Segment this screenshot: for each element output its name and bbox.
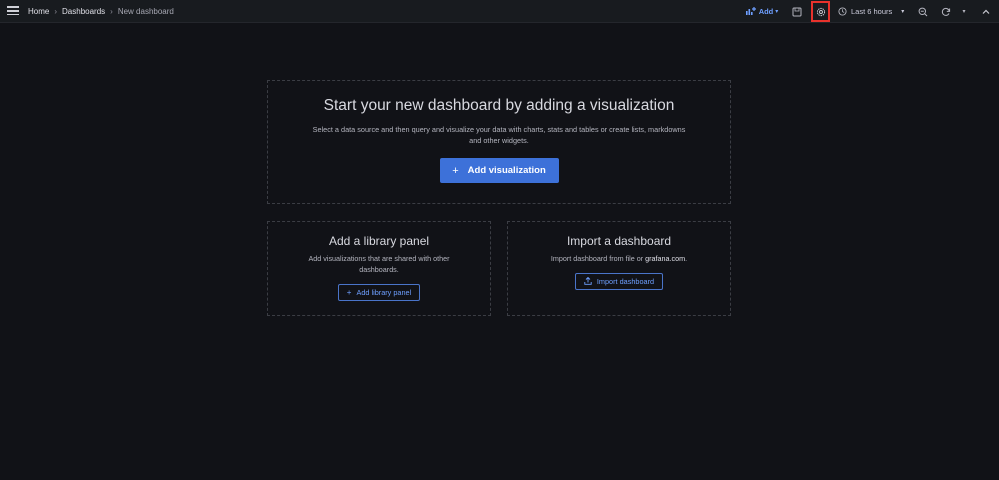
add-panel-icon bbox=[745, 6, 756, 17]
breadcrumb-dashboards[interactable]: Dashboards bbox=[62, 7, 105, 16]
add-library-panel-button[interactable]: + Add library panel bbox=[337, 284, 421, 301]
empty-dashboard-title: Start your new dashboard by adding a vis… bbox=[323, 97, 675, 114]
time-range-label: Last 6 hours bbox=[851, 7, 893, 16]
breadcrumb: Home › Dashboards › New dashboard bbox=[28, 0, 174, 23]
add-visualization-label: Add visualization bbox=[467, 165, 546, 176]
breadcrumb-current: New dashboard bbox=[117, 7, 174, 16]
save-icon bbox=[792, 7, 802, 16]
settings-icon bbox=[816, 7, 825, 16]
add-button-label: Add bbox=[758, 7, 774, 16]
import-dashboard-button[interactable]: Import dashboard bbox=[574, 273, 664, 290]
plus-icon: + bbox=[452, 164, 459, 177]
clock-icon bbox=[838, 7, 847, 16]
grafana-com-link[interactable]: grafana.com bbox=[645, 254, 685, 263]
import-dashboard-label: Import dashboard bbox=[596, 277, 655, 286]
chevron-down-icon: ▾ bbox=[901, 9, 905, 15]
menu-icon[interactable] bbox=[6, 4, 20, 18]
zoom-out-button[interactable] bbox=[916, 0, 930, 23]
chevron-up-icon bbox=[982, 9, 990, 14]
refresh-button[interactable] bbox=[939, 0, 953, 23]
time-range-picker[interactable]: Last 6 hours ▾ bbox=[838, 0, 912, 23]
empty-dashboard-panel: Start your new dashboard by adding a vis… bbox=[267, 80, 731, 204]
import-description-suffix: . bbox=[685, 254, 688, 263]
import-dashboard-card: Import a dashboard Import dashboard from… bbox=[507, 221, 731, 316]
add-library-panel-label: Add library panel bbox=[356, 288, 412, 297]
zoom-out-icon bbox=[918, 7, 928, 16]
dashboard-settings-button[interactable] bbox=[811, 1, 830, 22]
breadcrumb-separator: › bbox=[110, 7, 113, 16]
breadcrumb-separator: › bbox=[54, 7, 58, 16]
add-button[interactable]: Add ▾ bbox=[742, 0, 782, 23]
chevron-down-icon: ▾ bbox=[962, 9, 966, 15]
library-panel-card: Add a library panel Add visualizations t… bbox=[267, 221, 491, 316]
top-navbar: Home › Dashboards › New dashboard Add ▾ … bbox=[0, 0, 999, 23]
import-dashboard-title: Import a dashboard bbox=[566, 234, 672, 248]
library-panel-title: Add a library panel bbox=[328, 234, 430, 248]
breadcrumb-home[interactable]: Home bbox=[28, 7, 49, 16]
refresh-icon bbox=[941, 7, 951, 16]
import-description-text: Import dashboard from file or bbox=[550, 254, 646, 263]
refresh-interval-button[interactable]: ▾ bbox=[957, 0, 971, 23]
upload-icon bbox=[584, 276, 592, 287]
import-dashboard-description: Import dashboard from file or grafana.co… bbox=[519, 253, 719, 264]
plus-icon: + bbox=[346, 288, 352, 297]
empty-dashboard-description: Select a data source and then query and … bbox=[312, 125, 686, 145]
save-dashboard-button[interactable] bbox=[790, 0, 804, 23]
chevron-down-icon: ▾ bbox=[775, 9, 779, 15]
collapse-toolbar-button[interactable] bbox=[979, 0, 993, 23]
add-visualization-button[interactable]: + Add visualization bbox=[439, 158, 559, 183]
library-panel-description: Add visualizations that are shared with … bbox=[308, 254, 450, 274]
